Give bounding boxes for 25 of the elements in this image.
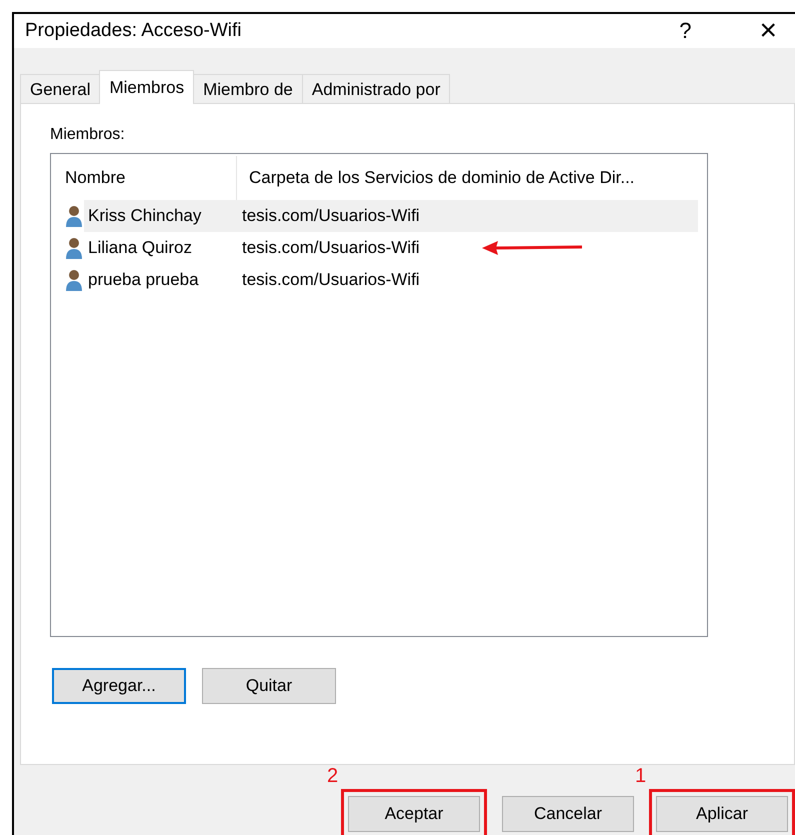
list-button[interactable]: Agregar... [52, 668, 186, 704]
member-name: prueba prueba [87, 270, 200, 290]
step-number: 1 [635, 765, 646, 789]
dialog-button[interactable]: Aplicar [656, 796, 788, 832]
list-button[interactable]: Quitar [202, 668, 336, 704]
member-name: Kriss Chinchay [87, 206, 202, 226]
step-number: 2 [327, 765, 338, 789]
tab[interactable]: General [20, 74, 100, 104]
dialog-button[interactable]: Cancelar [502, 796, 634, 832]
column-header[interactable]: Carpeta de los Servicios de dominio de Active Dir... [237, 156, 635, 200]
dialog-button[interactable]: Aceptar [348, 796, 480, 832]
window-title: Propiedades: Acceso-Wifi [25, 20, 242, 42]
member-folder: tesis.com/Usuarios-Wifi [242, 206, 420, 226]
close-button[interactable]: × [759, 14, 777, 48]
tab[interactable]: Miembros [99, 70, 194, 104]
user-icon [64, 204, 84, 228]
member-name: Liliana Quiroz [87, 238, 193, 258]
list-row[interactable]: Kriss Chinchay tesis.com/Usuarios-Wifi [84, 200, 698, 232]
user-icon [64, 236, 84, 260]
tab[interactable]: Administrado por [302, 74, 450, 104]
help-button[interactable]: ? [679, 18, 692, 44]
members-label: Miembros: [50, 126, 125, 144]
user-icon [64, 268, 84, 292]
member-folder: tesis.com/Usuarios-Wifi [242, 238, 420, 258]
member-folder: tesis.com/Usuarios-Wifi [242, 270, 420, 290]
